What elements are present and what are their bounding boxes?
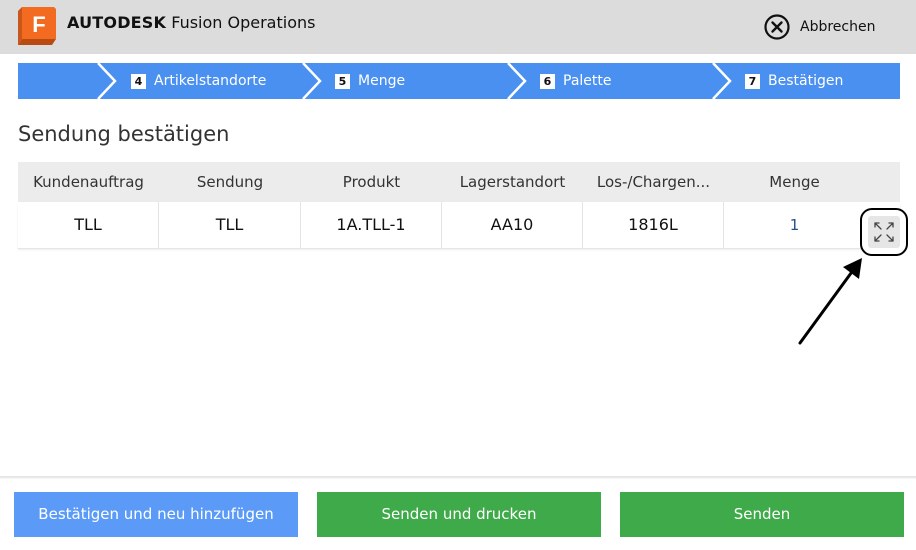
send-button[interactable]: Senden bbox=[620, 492, 904, 537]
expand-button-face bbox=[868, 216, 900, 248]
step-label: Palette bbox=[563, 73, 612, 89]
step-palette[interactable]: 6 Palette bbox=[540, 63, 612, 99]
logo-letter: F bbox=[32, 12, 45, 37]
cancel-label: Abbrechen bbox=[800, 19, 876, 35]
step-number: 4 bbox=[131, 73, 146, 89]
circle-x-icon bbox=[764, 14, 790, 40]
column-header-kundenauftrag[interactable]: Kundenauftrag bbox=[18, 162, 159, 202]
column-header-lagerstandort[interactable]: Lagerstandort bbox=[442, 162, 583, 202]
step-label: Menge bbox=[358, 73, 406, 89]
expand-arrows-icon bbox=[874, 222, 894, 242]
confirm-and-add-button[interactable]: Bestätigen und neu hinzufügen bbox=[14, 492, 298, 537]
page-title: Sendung bestätigen bbox=[18, 122, 230, 146]
column-header-sendung[interactable]: Sendung bbox=[159, 162, 301, 202]
send-and-print-button[interactable]: Senden und drucken bbox=[317, 492, 601, 537]
cell-lagerstandort: AA10 bbox=[442, 202, 583, 248]
step-bestaetigen[interactable]: 7 Bestätigen bbox=[745, 63, 843, 99]
app-header: F AUTODESK Fusion Operations Abbrechen bbox=[0, 0, 916, 54]
step-number: 5 bbox=[335, 73, 350, 89]
step-number: 7 bbox=[745, 73, 760, 89]
expand-row-button[interactable] bbox=[860, 208, 908, 256]
cell-los-chargen: 1816L bbox=[583, 202, 724, 248]
cancel-button[interactable]: Abbrechen bbox=[764, 14, 875, 40]
app-product: Fusion Operations bbox=[171, 13, 316, 32]
column-header-los-chargen[interactable]: Los-/Chargen... bbox=[583, 162, 724, 202]
cell-kundenauftrag: TLL bbox=[18, 202, 159, 248]
table-header: Kundenauftrag Sendung Produkt Lagerstand… bbox=[18, 162, 900, 202]
column-header-produkt[interactable]: Produkt bbox=[301, 162, 442, 202]
step-artikelstandorte[interactable]: 4 Artikelstandorte bbox=[131, 63, 266, 99]
cell-menge: 1 bbox=[789, 216, 800, 234]
cell-sendung: TLL bbox=[159, 202, 301, 248]
app-title: AUTODESK Fusion Operations bbox=[67, 13, 315, 32]
fusion-logo-icon: F bbox=[18, 7, 58, 45]
footer-divider bbox=[0, 476, 916, 479]
column-header-menge[interactable]: Menge bbox=[724, 162, 865, 202]
step-label: Bestätigen bbox=[768, 73, 844, 89]
step-number: 6 bbox=[540, 73, 555, 89]
table-row[interactable]: TLL TLL 1A.TLL-1 AA10 1816L 1 bbox=[18, 202, 900, 249]
step-menge[interactable]: 5 Menge bbox=[335, 63, 405, 99]
wizard-steps: 4 Artikelstandorte 5 Menge 6 Palette 7 B… bbox=[18, 63, 900, 99]
cell-produkt: 1A.TLL-1 bbox=[301, 202, 442, 248]
app-brand: AUTODESK bbox=[67, 13, 167, 32]
annotation-arrow-icon bbox=[798, 258, 862, 345]
step-label: Artikelstandorte bbox=[154, 73, 267, 89]
